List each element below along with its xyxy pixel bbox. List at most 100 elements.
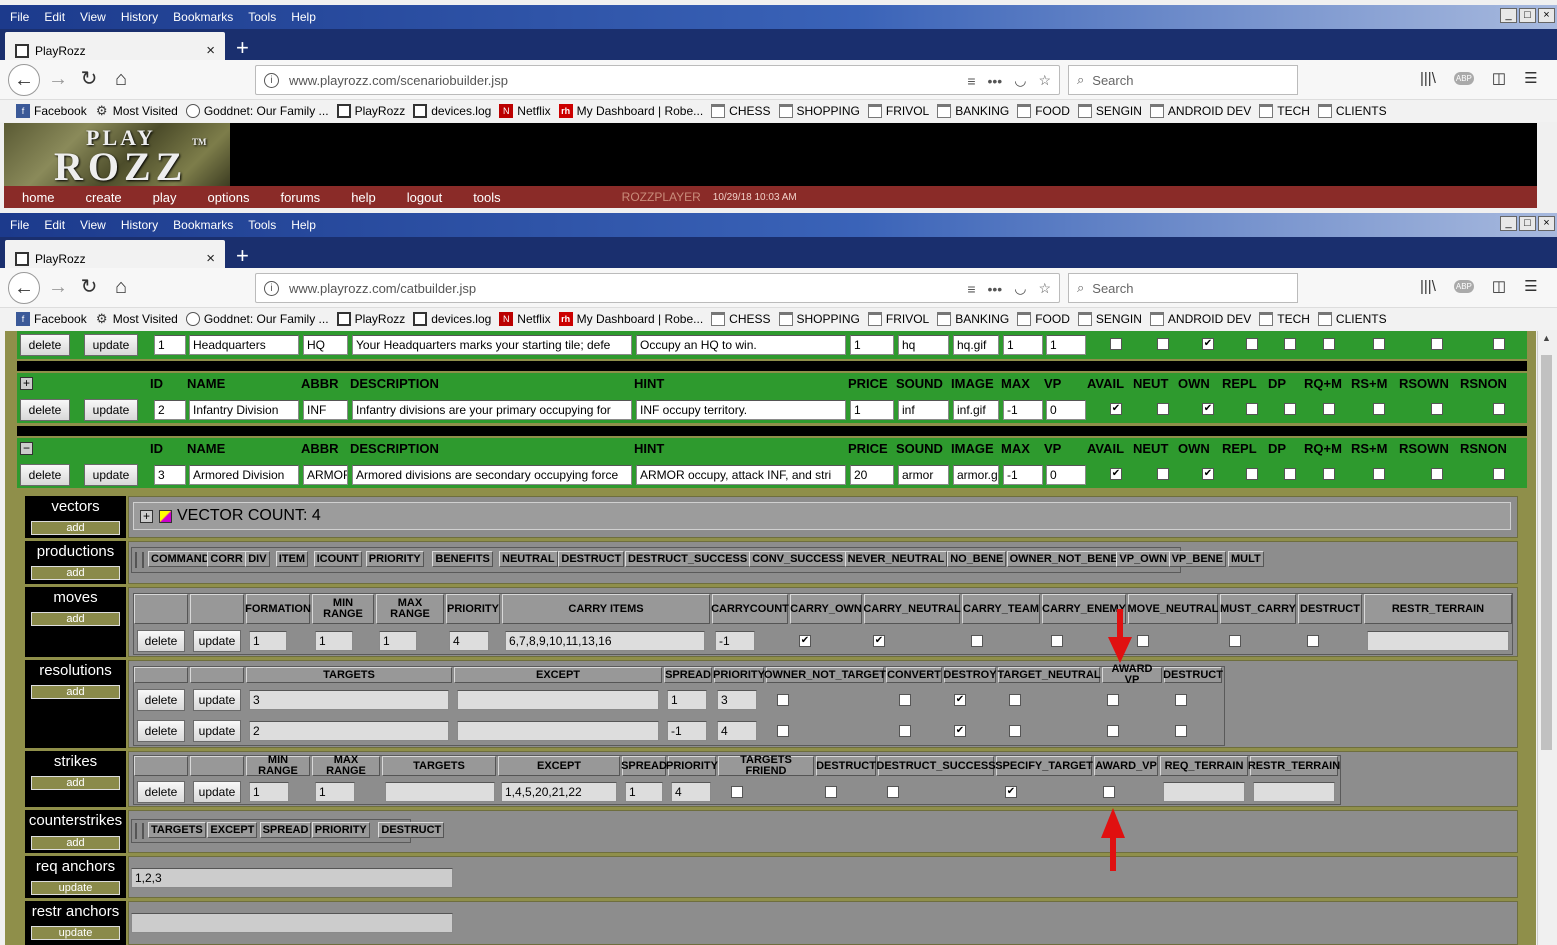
url-text[interactable]: www.playrozz.com/scenariobuilder.jsp [289, 73, 508, 88]
new-tab-button[interactable]: + [236, 244, 249, 268]
str-destruct-success-checkbox[interactable] [887, 786, 899, 798]
bookmark-playrozz[interactable]: PlayRozz [336, 312, 405, 326]
bookmark-clients[interactable]: CLIENTS [1317, 104, 1387, 118]
bookmark-sengin[interactable]: SENGIN [1077, 104, 1142, 118]
res-convert-checkbox[interactable] [899, 725, 911, 737]
res-award-vp-checkbox[interactable] [1107, 694, 1119, 706]
bookmark-devices-log[interactable]: devices.log [413, 104, 491, 118]
minimize-button[interactable]: _ [1500, 216, 1517, 231]
res-destroy-checkbox[interactable]: ✔ [954, 694, 966, 706]
res-priority-input[interactable]: 3 [717, 690, 757, 710]
reload-button[interactable]: ↻ [73, 272, 105, 304]
menu-tools[interactable]: Tools [248, 218, 276, 232]
moves-restr-terrain-input[interactable] [1367, 631, 1509, 651]
bookmark-netflix[interactable]: N Netflix [499, 104, 551, 118]
update-button[interactable]: update [84, 399, 138, 421]
moves-carry-enemy-checkbox[interactable] [1051, 635, 1063, 647]
res-except-input[interactable] [457, 690, 659, 710]
unit-abbr-input[interactable]: ARMOR [303, 465, 348, 485]
adblock-icon[interactable]: ABP [1453, 279, 1474, 293]
bookmark-facebook[interactable]: f Facebook [16, 104, 87, 118]
bookmark-frivol[interactable]: FRIVOL [867, 312, 929, 326]
search-box[interactable]: ⌕ Search [1068, 65, 1298, 95]
moves-carry-neutral-checkbox[interactable]: ✔ [873, 635, 885, 647]
edit-icon[interactable] [159, 510, 172, 523]
menu-bookmarks[interactable]: Bookmarks [173, 10, 233, 24]
moves-carry-items-input[interactable]: 6,7,8,9,10,11,13,16 [505, 631, 705, 651]
unit-hint-input[interactable]: INF occupy territory. [636, 400, 846, 420]
menu-edit[interactable]: Edit [44, 218, 65, 232]
vectors-add-button[interactable]: add [31, 521, 120, 535]
str-spread-input[interactable]: 1 [625, 782, 663, 802]
str-min-range-input[interactable]: 1 [249, 782, 289, 802]
unit-vp-input[interactable]: 0 [1046, 400, 1086, 420]
unit-rs-m-checkbox[interactable] [1373, 403, 1385, 415]
unit-neut-checkbox[interactable] [1157, 468, 1169, 480]
update-button[interactable]: update [193, 781, 241, 803]
bookmark-banking[interactable]: BANKING [937, 312, 1009, 326]
unit-own-checkbox[interactable]: ✔ [1202, 338, 1214, 350]
delete-button[interactable]: delete [20, 334, 70, 356]
delete-button[interactable]: delete [20, 399, 70, 421]
maximize-button[interactable]: □ [1519, 8, 1536, 23]
maximize-button[interactable]: □ [1519, 216, 1536, 231]
menu-file[interactable]: File [10, 218, 29, 232]
unit-avail-checkbox[interactable]: ✔ [1110, 403, 1122, 415]
strikes-add-button[interactable]: add [31, 776, 120, 790]
bookmark-my-dashboard-robe[interactable]: rh My Dashboard | Robe... [558, 312, 703, 326]
sitenav-home[interactable]: home [22, 190, 55, 205]
unit-description-input[interactable]: Your Headquarters marks your starting ti… [352, 335, 632, 355]
bookmark-frivol[interactable]: FRIVOL [867, 104, 929, 118]
sitenav-help[interactable]: help [351, 190, 376, 205]
bookmark-most-visited[interactable]: ⚙ Most Visited [95, 104, 178, 119]
more-icon[interactable]: ••• [988, 73, 1003, 89]
moves-min-range-input[interactable]: 1 [315, 631, 353, 651]
unit-name-input[interactable]: Infantry Division [189, 400, 299, 420]
tab-close-icon[interactable]: × [206, 250, 215, 267]
tab-close-icon[interactable]: × [206, 42, 215, 59]
menu-view[interactable]: View [80, 10, 106, 24]
str-targets-friend-checkbox[interactable] [731, 786, 743, 798]
unit-rq-m-checkbox[interactable] [1323, 338, 1335, 350]
str-specify-target-checkbox[interactable]: ✔ [1005, 786, 1017, 798]
bookmark-android-dev[interactable]: ANDROID DEV [1149, 312, 1251, 326]
expand-vectors-icon[interactable]: + [140, 510, 153, 523]
bookmark-banking[interactable]: BANKING [937, 104, 1009, 118]
moves-destruct-checkbox[interactable] [1307, 635, 1319, 647]
unit-rsown-checkbox[interactable] [1431, 468, 1443, 480]
back-button[interactable]: ← [8, 272, 40, 304]
unit-repl-checkbox[interactable] [1246, 468, 1258, 480]
collapse-icon[interactable]: − [20, 442, 33, 455]
restr-anchors-input[interactable] [131, 913, 453, 933]
update-button[interactable]: update [84, 464, 138, 486]
menu-history[interactable]: History [121, 218, 158, 232]
update-button[interactable]: update [193, 689, 241, 711]
unit-neut-checkbox[interactable] [1157, 403, 1169, 415]
unit-rs-m-checkbox[interactable] [1373, 468, 1385, 480]
update-button[interactable]: update [193, 720, 241, 742]
unit-vp-input[interactable]: 1 [1046, 335, 1086, 355]
bookmark-goddnet-our-family[interactable]: Goddnet: Our Family ... [185, 104, 329, 118]
delete-button[interactable]: delete [137, 630, 185, 652]
res-priority-input[interactable]: 4 [717, 721, 757, 741]
unit-description-input[interactable]: Infantry divisions are your primary occu… [352, 400, 632, 420]
moves-add-button[interactable]: add [31, 612, 120, 626]
delete-button[interactable]: delete [137, 720, 185, 742]
bookmark-devices-log[interactable]: devices.log [413, 312, 491, 326]
bookmark-tech[interactable]: TECH [1259, 104, 1310, 118]
bookmark-shopping[interactable]: SHOPPING [778, 312, 860, 326]
pocket-icon[interactable]: ◡ [1014, 280, 1026, 297]
unit-abbr-input[interactable]: HQ [303, 335, 348, 355]
home-button[interactable]: ⌂ [105, 272, 137, 304]
str-award-vp-checkbox[interactable] [1103, 786, 1115, 798]
req-anchors-update-button[interactable]: update [31, 881, 120, 895]
delete-button[interactable]: delete [137, 781, 185, 803]
info-icon[interactable]: i [264, 280, 279, 296]
reader-icon[interactable]: ≡ [967, 281, 975, 297]
pocket-icon[interactable]: ◡ [1014, 72, 1026, 89]
res-owner-not-target-checkbox[interactable] [777, 694, 789, 706]
reader-icon[interactable]: ≡ [967, 73, 975, 89]
unit-image-input[interactable]: inf.gif [953, 400, 999, 420]
menu-history[interactable]: History [121, 10, 158, 24]
unit-neut-checkbox[interactable] [1157, 338, 1169, 350]
